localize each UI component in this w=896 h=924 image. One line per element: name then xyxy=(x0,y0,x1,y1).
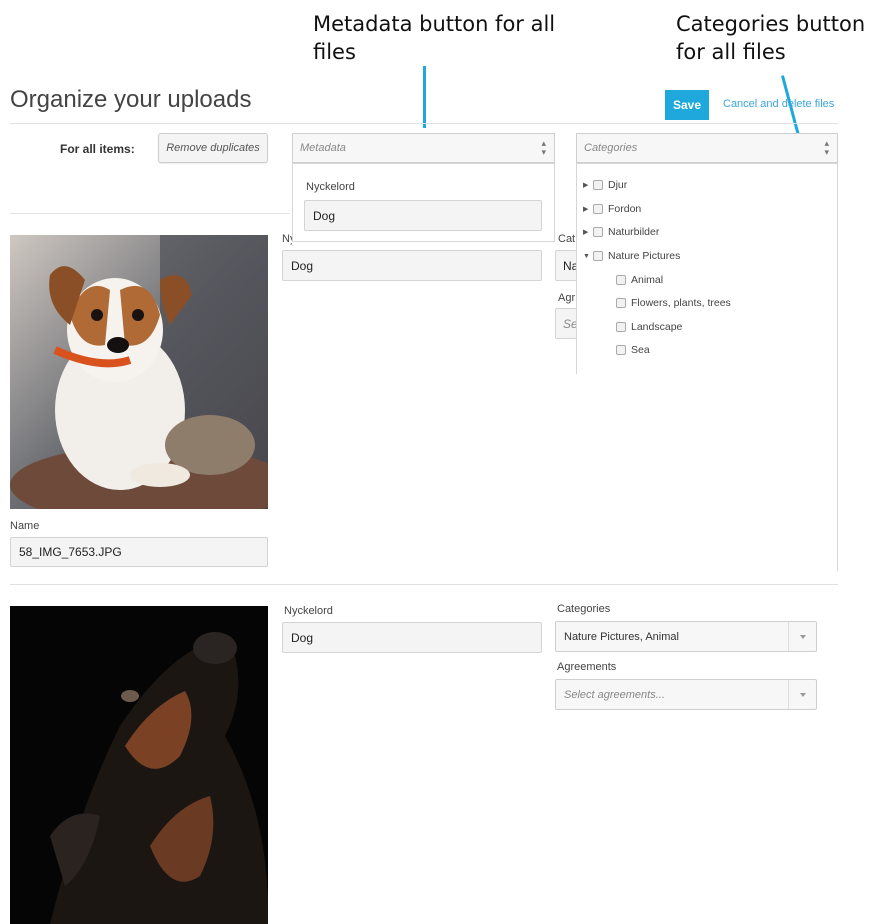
metadata-keyword-input[interactable]: Dog xyxy=(304,200,542,231)
name-label: Name xyxy=(10,520,40,532)
nyckelord-label-cut: Ny xyxy=(282,233,292,245)
sort-updown-icon: ▴ ▾ xyxy=(541,138,546,157)
categories-select-label: Categories xyxy=(584,142,638,154)
metadata-select[interactable]: Metadata ▴ ▾ xyxy=(292,133,555,163)
categories-annotation: Categories button for all files xyxy=(676,12,866,64)
category-item-landscape[interactable]: Landscape xyxy=(616,321,682,333)
categories-select[interactable]: Categories ▴ ▾ xyxy=(576,133,838,163)
category-checkbox[interactable] xyxy=(616,345,626,355)
for-all-items-label: For all items: xyxy=(60,142,135,156)
metadata-dropdown-panel: Nyckelord Dog xyxy=(292,163,555,242)
agreements-select-item-2[interactable]: Select agreements... xyxy=(555,679,817,710)
category-item-flowers[interactable]: Flowers, plants, trees xyxy=(616,297,731,309)
category-item-animal[interactable]: Animal xyxy=(616,274,663,286)
category-checkbox[interactable] xyxy=(616,298,626,308)
metadata-field-label: Nyckelord xyxy=(306,181,355,193)
header-divider xyxy=(10,123,838,124)
item-photo-dog xyxy=(10,606,268,924)
nyckelord-label-item-2: Nyckelord xyxy=(284,605,333,617)
save-button[interactable]: Save xyxy=(665,90,709,120)
category-item-djur[interactable]: ▶ Djur xyxy=(583,179,627,191)
agreements-label-item-2: Agreements xyxy=(557,661,617,673)
agreements-label-cut: Agr xyxy=(558,292,576,304)
categories-label-item-2: Categories xyxy=(557,603,611,615)
metadata-select-label: Metadata xyxy=(300,142,346,154)
category-checkbox[interactable] xyxy=(593,227,603,237)
category-item-naturbilder[interactable]: ▶ Naturbilder xyxy=(583,226,659,238)
categories-label-cut: Cat xyxy=(558,233,576,245)
column-border xyxy=(837,373,838,571)
category-item-nature-pictures[interactable]: ▼ Nature Pictures xyxy=(583,250,680,262)
metadata-annotation-line xyxy=(423,66,426,128)
categories-select-item-1[interactable]: Na xyxy=(555,250,577,281)
bulk-divider xyxy=(10,213,290,214)
item-divider xyxy=(10,584,838,585)
caret-down-icon xyxy=(788,622,816,651)
metadata-annotation: Metadata button for all files xyxy=(313,12,556,64)
category-checkbox[interactable] xyxy=(616,275,626,285)
item-photo-puppy xyxy=(10,235,268,509)
category-item-fordon[interactable]: ▶ Fordon xyxy=(583,203,641,215)
name-input-item-1[interactable]: 58_IMG_7653.JPG xyxy=(10,537,268,567)
categories-select-item-2[interactable]: Nature Pictures, Animal xyxy=(555,621,817,652)
sort-updown-icon: ▴ ▾ xyxy=(824,138,829,157)
category-checkbox[interactable] xyxy=(593,180,603,190)
categories-dropdown-panel: ▶ Djur ▶ Fordon ▶ Naturbilder ▼ Nature P… xyxy=(576,163,838,374)
category-checkbox[interactable] xyxy=(616,322,626,332)
cancel-delete-link[interactable]: Cancel and delete files xyxy=(723,98,834,110)
nyckelord-input-item-1[interactable]: Dog xyxy=(282,250,542,281)
triangle-down-icon[interactable]: ▼ xyxy=(583,253,593,260)
category-checkbox[interactable] xyxy=(593,204,603,214)
category-checkbox[interactable] xyxy=(593,251,603,261)
nyckelord-input-item-2[interactable]: Dog xyxy=(282,622,542,653)
category-item-sea[interactable]: Sea xyxy=(616,344,650,356)
agreements-select-item-1[interactable]: Se xyxy=(555,308,577,339)
remove-duplicates-button[interactable]: Remove duplicates xyxy=(158,133,268,163)
triangle-right-icon[interactable]: ▶ xyxy=(583,205,593,213)
page-title: Organize your uploads xyxy=(10,86,252,113)
triangle-right-icon[interactable]: ▶ xyxy=(583,228,593,236)
triangle-right-icon[interactable]: ▶ xyxy=(583,181,593,189)
caret-down-icon xyxy=(788,680,816,709)
